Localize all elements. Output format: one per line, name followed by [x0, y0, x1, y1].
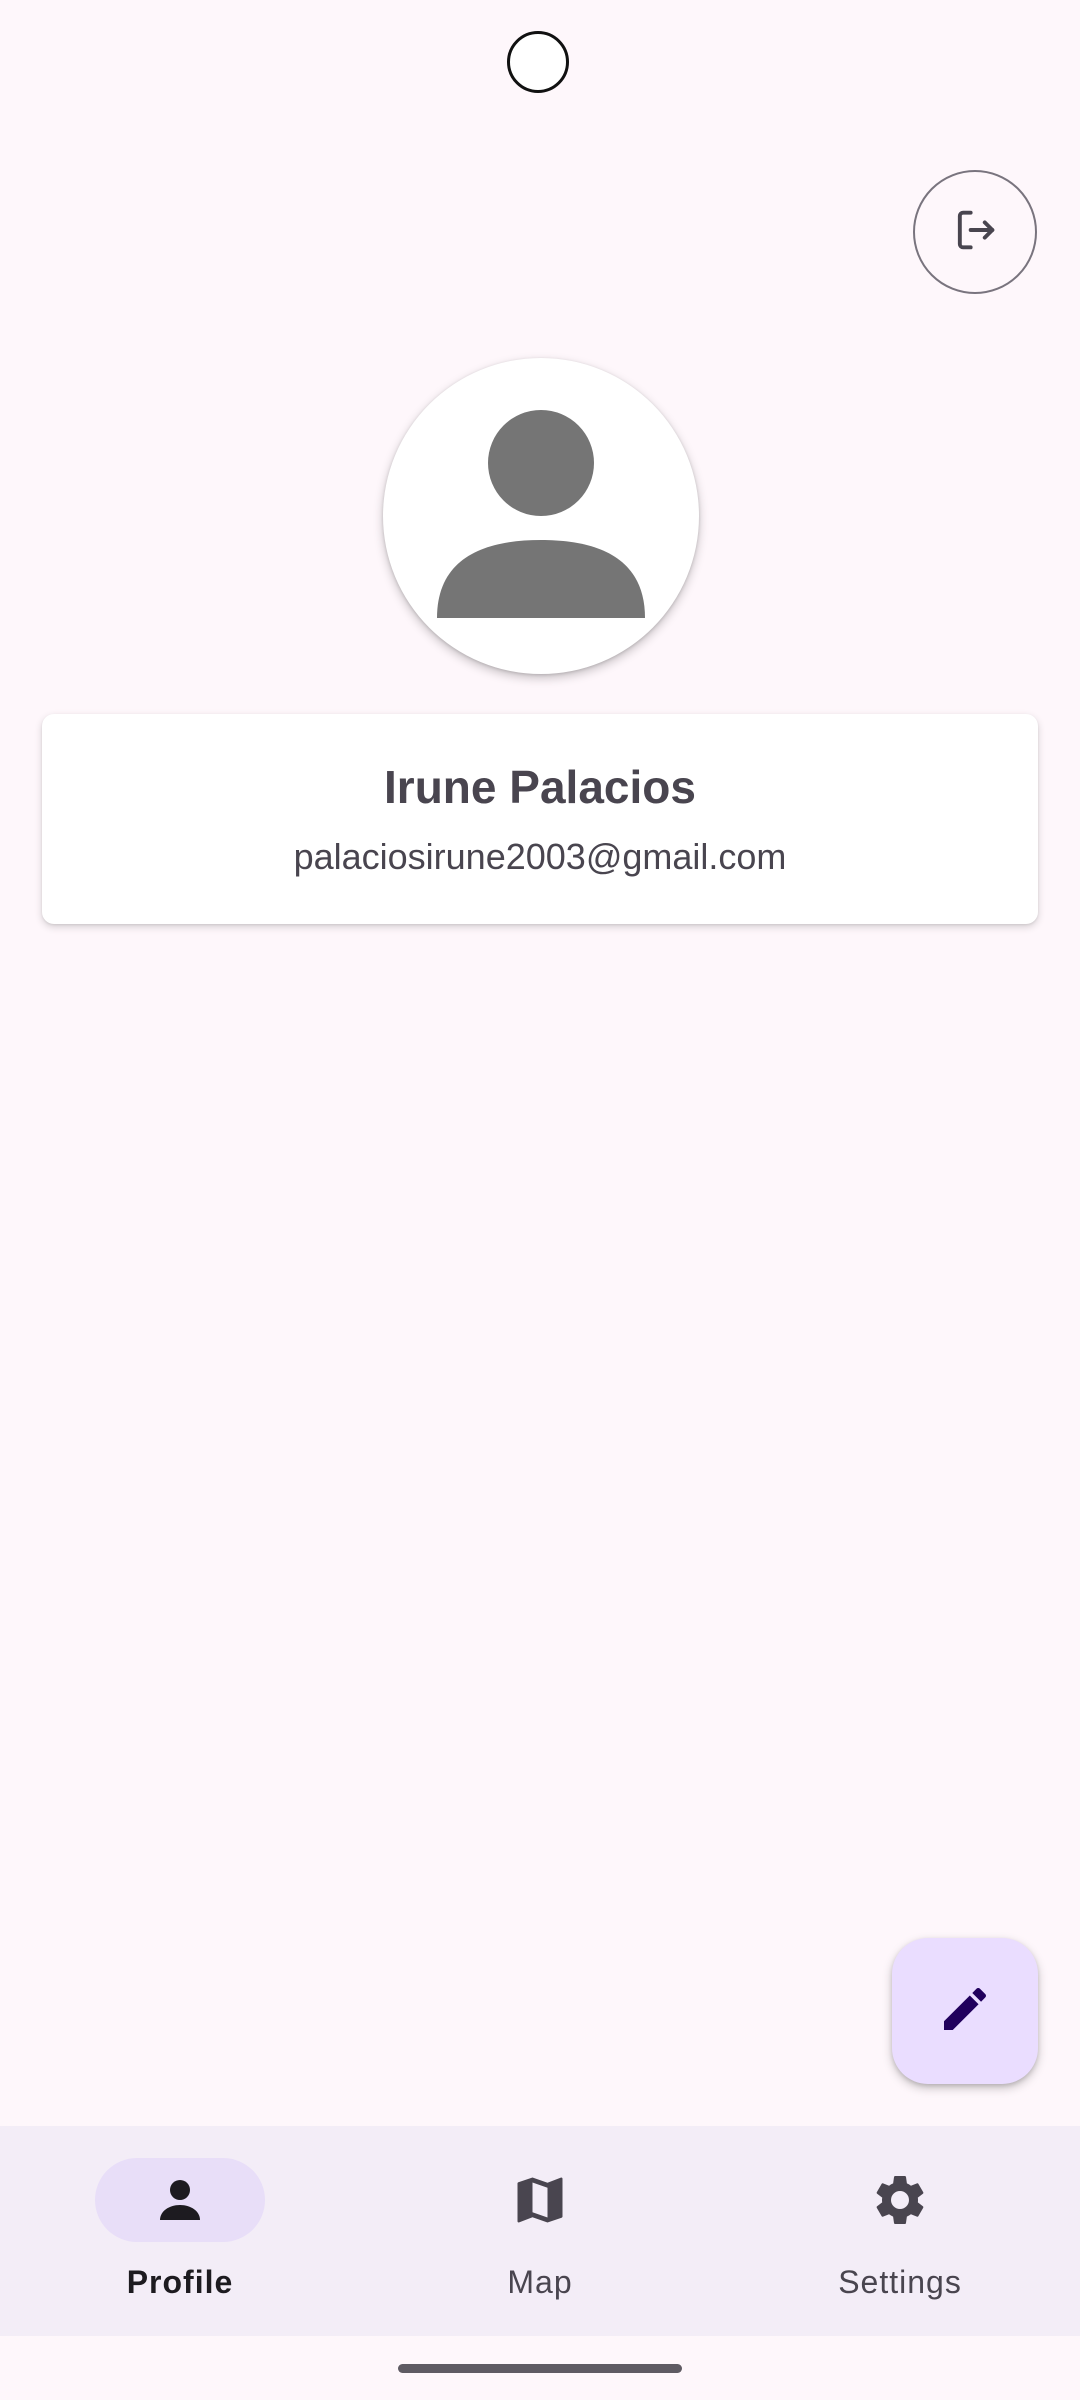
edit-profile-button[interactable]	[892, 1938, 1038, 2084]
nav-item-profile[interactable]: Profile	[0, 2126, 360, 2336]
profile-name: Irune Palacios	[384, 761, 696, 813]
profile-email: palaciosirune2003@gmail.com	[293, 836, 787, 877]
status-bar	[0, 0, 1080, 120]
nav-item-map[interactable]: Map	[360, 2126, 720, 2336]
gesture-navigation-bar[interactable]	[398, 2364, 682, 2373]
logout-icon	[949, 204, 1001, 261]
map-icon	[510, 2170, 570, 2230]
person-icon	[150, 2170, 210, 2230]
gear-icon	[870, 2170, 930, 2230]
nav-label-map: Map	[507, 2264, 573, 2300]
camera-cutout	[507, 31, 569, 93]
logout-button[interactable]	[913, 170, 1037, 294]
edit-pencil-icon	[937, 1981, 993, 2042]
bottom-navigation: Profile Map Settings	[0, 2126, 1080, 2336]
profile-card: Irune Palacios palaciosirune2003@gmail.c…	[42, 714, 1038, 924]
nav-label-settings: Settings	[838, 2264, 962, 2300]
avatar[interactable]	[383, 358, 699, 674]
nav-label-profile: Profile	[126, 2264, 234, 2300]
nav-item-settings[interactable]: Settings	[720, 2126, 1080, 2336]
